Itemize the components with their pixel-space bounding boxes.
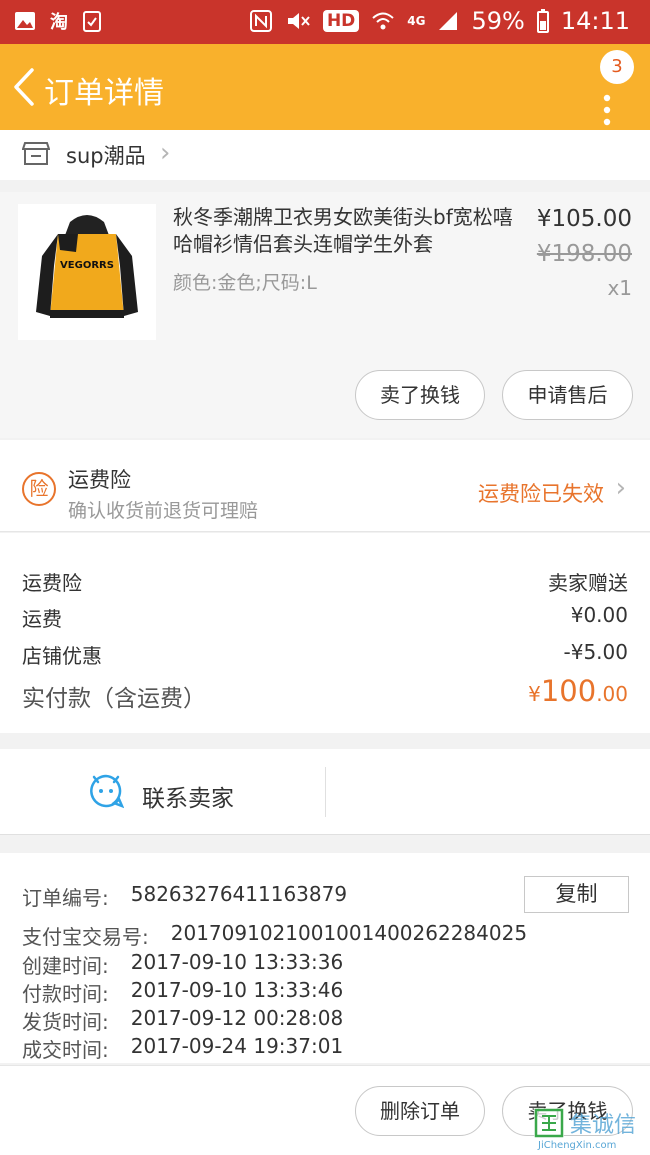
created-time-row: 创建时间: 2017-09-10 13:33:36 xyxy=(22,950,343,979)
nfc-icon xyxy=(249,10,272,32)
fee-value: 卖家赠送 xyxy=(548,571,628,595)
battery-percent: 59% xyxy=(471,7,525,35)
info-value: 2017-09-24 19:37:01 xyxy=(130,1034,344,1058)
paid-time-row: 付款时间: 2017-09-10 13:33:46 xyxy=(22,978,343,1007)
contact-bar: 联系卖家 xyxy=(0,749,650,835)
back-arrow-icon[interactable] xyxy=(10,66,38,108)
fee-value: -¥5.00 xyxy=(563,640,628,664)
page-title: 订单详情 xyxy=(44,76,164,111)
shipped-time-row: 发货时间: 2017-09-12 00:28:08 xyxy=(22,1006,343,1035)
completed-time-row: 成交时间: 2017-09-24 19:37:01 xyxy=(22,1034,343,1063)
clipboard-check-icon xyxy=(83,11,101,32)
watermark-logo-text: 集诚信 xyxy=(570,1113,636,1138)
hd-indicator: HD xyxy=(322,10,360,32)
shipping-insurance-row[interactable]: 险 运费险 确认收货前退货可理赔 运费险已失效 › xyxy=(0,440,650,532)
wifi-icon xyxy=(372,12,394,30)
mute-icon xyxy=(287,13,310,29)
status-right-icons: HD 4G 59% 14:11 xyxy=(249,7,630,35)
chevron-right-icon: › xyxy=(615,473,626,503)
alipay-trade-row: 支付宝交易号: 2017091021001001400262284025 xyxy=(22,921,527,950)
network-label: 4G xyxy=(407,14,426,28)
gallery-icon xyxy=(15,12,35,30)
info-value: 2017-09-10 13:33:36 xyxy=(130,950,344,974)
more-vertical-icon[interactable] xyxy=(597,86,617,130)
fee-label: 运费 xyxy=(22,607,62,631)
contact-seller-button[interactable]: 联系卖家 xyxy=(142,779,234,813)
insurance-subtitle: 确认收货前退货可理赔 xyxy=(68,500,259,522)
shop-row[interactable]: sup潮品 › xyxy=(0,130,650,180)
info-label: 支付宝交易号: xyxy=(22,925,149,949)
info-label: 成交时间: xyxy=(22,1038,109,1062)
total-label: 实付款（含运费） xyxy=(22,686,206,712)
copy-button[interactable]: 复制 xyxy=(524,876,629,913)
status-left-icons: 淘 xyxy=(14,8,102,34)
product-card[interactable]: VEGORRS 秋冬季潮牌卫衣男女欧美街头bf宽松嘻哈帽衫情侣套头连帽学生外套 … xyxy=(0,192,650,438)
after-sales-button[interactable]: 申请售后 xyxy=(502,370,633,420)
order-number-row: 订单编号: 58263276411163879 xyxy=(22,882,347,911)
info-value: 2017-09-12 00:28:08 xyxy=(130,1006,344,1030)
hoodie-print-text: VEGORRS xyxy=(60,260,114,271)
info-value: 2017-09-10 13:33:46 xyxy=(130,978,344,1002)
divider xyxy=(325,767,326,817)
sell-for-cash-button[interactable]: 卖了换钱 xyxy=(355,370,485,420)
shop-name[interactable]: sup潮品 xyxy=(66,140,146,170)
chevron-right-icon: › xyxy=(160,138,171,168)
insurance-title: 运费险 xyxy=(68,468,131,492)
hoodie-image: VEGORRS xyxy=(36,215,138,318)
status-bar: 淘 HD 4G 59% 14:11 xyxy=(0,0,650,44)
battery-icon xyxy=(536,9,549,33)
info-value: 58263276411163879 xyxy=(130,882,348,906)
signal-icon xyxy=(439,12,458,30)
info-label: 发货时间: xyxy=(22,1010,109,1034)
watermark-text: JiChengXin.com xyxy=(538,1140,617,1151)
app-header: 订单详情 3 xyxy=(0,44,650,130)
product-quantity: x1 xyxy=(607,276,632,300)
fee-label: 店铺优惠 xyxy=(22,644,102,668)
product-attributes: 颜色:金色;尺码:L xyxy=(173,272,317,294)
chat-bubble-icon[interactable] xyxy=(88,773,124,809)
info-label: 订单编号: xyxy=(22,886,109,910)
insurance-icon: 险 xyxy=(22,472,56,506)
store-icon xyxy=(22,142,50,165)
notification-badge: 3 xyxy=(600,50,634,84)
fee-summary: 运费险 卖家赠送 运费 ¥0.00 店铺优惠 -¥5.00 实付款（含运费） ¥… xyxy=(0,533,650,733)
total-amount: ¥100.00 xyxy=(528,674,628,708)
delete-order-button[interactable]: 删除订单 xyxy=(355,1086,485,1136)
total-decimal: .00 xyxy=(596,682,628,706)
info-label: 付款时间: xyxy=(22,982,109,1006)
product-original-price: ¥198.00 xyxy=(536,241,632,267)
info-label: 创建时间: xyxy=(22,954,109,978)
fee-label: 运费险 xyxy=(22,571,82,595)
product-title[interactable]: 秋冬季潮牌卫衣男女欧美街头bf宽松嘻哈帽衫情侣套头连帽学生外套 xyxy=(173,204,525,258)
product-price: ¥105.00 xyxy=(536,206,632,232)
order-info: 订单编号: 58263276411163879 复制 支付宝交易号: 2017091… xyxy=(0,853,650,1063)
clock: 14:11 xyxy=(560,7,630,35)
insurance-status[interactable]: 运费险已失效 xyxy=(478,478,604,508)
total-integer: 100 xyxy=(540,674,597,708)
fee-value: ¥0.00 xyxy=(570,603,628,627)
total-currency: ¥ xyxy=(528,682,541,706)
taobao-icon: 淘 xyxy=(50,12,68,33)
product-image[interactable]: VEGORRS xyxy=(18,204,156,340)
info-value: 2017091021001001400262284025 xyxy=(170,921,528,945)
